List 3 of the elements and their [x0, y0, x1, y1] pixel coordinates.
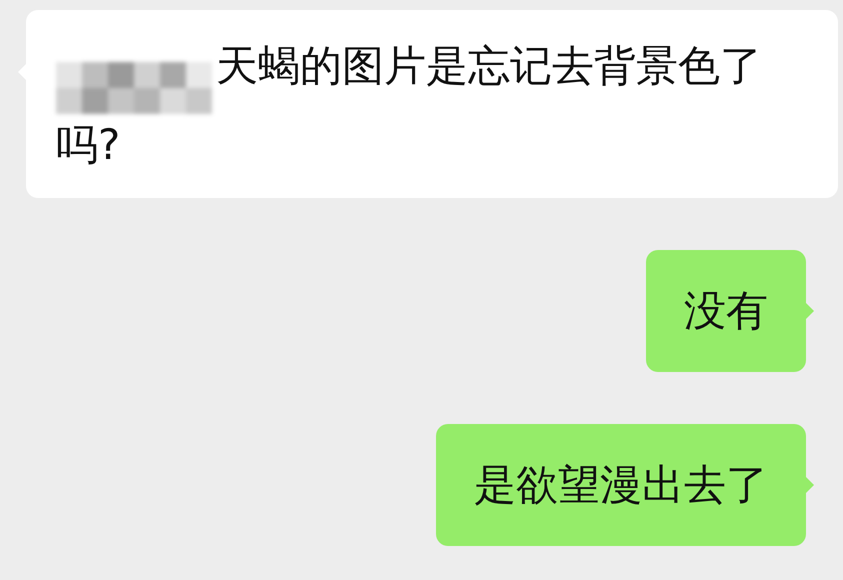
message-text: 天蝎的图片是忘记去背景色了吗?: [56, 41, 762, 169]
message-text: 是欲望漫出去了: [474, 460, 768, 509]
message-text: 没有: [684, 286, 768, 335]
